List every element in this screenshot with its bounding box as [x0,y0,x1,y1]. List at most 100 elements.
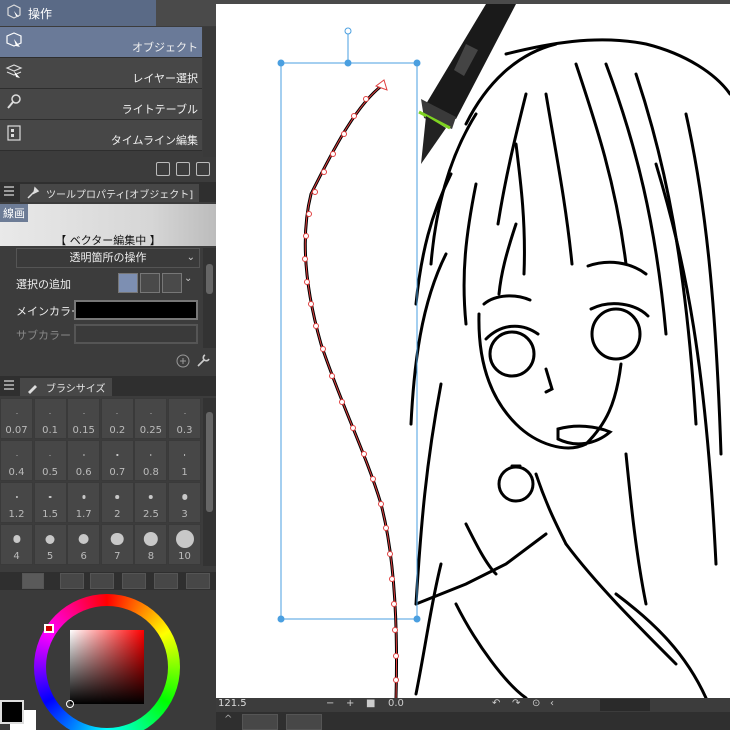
brush-size-label: 0.4 [8,467,25,478]
rotate-right-icon[interactable]: ↷ [512,698,520,709]
bottom-tab-1[interactable] [242,714,278,730]
color-slider-tab[interactable] [60,573,84,589]
tab-operation[interactable]: 操作 [0,0,156,26]
brush-size-cell[interactable]: 0.2 [100,398,134,439]
selected-vector-line[interactable] [302,79,399,698]
brush-size-cell[interactable]: 0.3 [168,398,201,439]
drawing-canvas[interactable] [216,4,730,698]
brush-size-label: 0.1 [42,425,59,436]
hue-wheel[interactable] [34,594,180,730]
chevron-up-icon[interactable]: ^ [224,714,238,730]
bottom-tab-2[interactable] [286,714,322,730]
brush-size-dot [183,454,186,456]
brush-size-dot [78,533,90,545]
rotate-left-icon[interactable]: ↶ [492,698,500,709]
new-selection-button[interactable] [118,273,138,293]
tab-brush-size[interactable]: ブラシサイズ [20,378,112,396]
brush-size-label: 0.7 [109,467,126,478]
tab-tool-property[interactable]: ツールプロパティ[オブジェクト] [20,184,200,202]
selection-bounding-box[interactable] [277,27,421,623]
brush-size-dot [16,454,17,456]
brush-size-cell[interactable]: 0.25 [134,398,168,439]
main-color-box[interactable] [74,300,198,320]
main-color-swatch[interactable] [0,700,24,724]
subtool-label: ライトテーブル [121,103,198,116]
transparent-operation-dropdown[interactable]: 透明箇所の操作 ⌄ [16,248,200,268]
brush-size-cell[interactable]: 1.2 [0,482,33,523]
brush-size-cell[interactable]: 1 [168,440,201,481]
brush-size-label: 10 [178,551,191,562]
vector-editing-label: 【 ベクター編集中 】 [55,234,161,247]
zoom-value[interactable]: 121.5 [218,698,247,709]
subtool-timeline-edit[interactable]: タイムライン編集 [0,120,202,151]
subtool-scrollbar[interactable] [203,27,216,157]
object-select-icon [7,4,21,19]
brush-size-cell[interactable]: 2.5 [134,482,168,523]
brush-size-cell[interactable]: 0.6 [67,440,101,481]
brush-size-cell[interactable]: 3 [168,482,201,523]
brush-size-cell[interactable]: 4 [0,524,33,565]
color-history-tab[interactable] [186,573,210,589]
trash-icon[interactable] [196,162,210,176]
wrench-icon[interactable] [196,353,211,368]
subtract-selection-button[interactable] [162,273,182,293]
brush-size-cell[interactable]: 0.7 [100,440,134,481]
subtool-object[interactable]: オブジェクト [0,27,202,58]
sv-marker[interactable] [66,700,74,708]
brush-size-cell[interactable]: 0.5 [33,440,67,481]
add-selection-label: 選択の追加 [16,278,71,291]
approximate-color-tab[interactable] [154,573,178,589]
preview-badge: 線画 [0,204,28,222]
subtool-layer-select[interactable]: レイヤー選択 [0,58,202,89]
add-circle-icon[interactable] [176,354,190,368]
angle-value[interactable]: 0.0 [388,698,404,709]
brush-size-dot [45,534,55,544]
import-subtool-icon[interactable] [156,162,170,176]
light-table-icon [7,94,21,109]
brush-size-cell[interactable]: 0.4 [0,440,33,481]
hue-marker[interactable] [44,624,54,633]
brush-size-dot [15,495,18,499]
brush-size-label: 0.25 [139,425,163,436]
brush-size-cell[interactable]: 0.8 [134,440,168,481]
brush-size-cell[interactable]: 1.5 [33,482,67,523]
angle-slider[interactable] [600,699,650,711]
status-bar: 121.5 − + ■ 0.0 ↶ ↷ ⊙ ‹ [216,698,730,712]
brush-size-cell[interactable]: 0.1 [33,398,67,439]
zoom-in-icon[interactable]: + [346,698,354,709]
tool-property-header: ツールプロパティ[オブジェクト] [0,182,216,202]
zoom-out-icon[interactable]: − [326,698,334,709]
add-selection-button[interactable] [140,273,160,293]
brush-size-dot [175,530,194,548]
chevron-left-icon[interactable]: ‹ [550,698,554,709]
wrench-icon [27,186,40,199]
brush-size-cell[interactable]: 0.15 [67,398,101,439]
brush-size-cell[interactable]: 2 [100,482,134,523]
reset-rotation-icon[interactable]: ⊙ [532,698,540,709]
property-scrollbar[interactable] [203,248,216,348]
fit-icon[interactable]: ■ [366,698,375,709]
duplicate-subtool-icon[interactable] [176,162,190,176]
chevron-down-icon[interactable]: ⌄ [184,273,198,293]
brush-size-dot [181,494,188,500]
saturation-value-square[interactable] [70,630,144,704]
subtool-light-table[interactable]: ライトテーブル [0,89,202,120]
brush-size-cell[interactable]: 5 [33,524,67,565]
brush-size-scrollbar[interactable] [203,398,216,566]
sub-color-box[interactable] [74,324,198,344]
line-art [277,4,730,698]
brush-size-cell[interactable]: 0.07 [0,398,33,439]
brush-size-grid: 0.07 0.1 0.15 0.2 0.25 0.3 0.4 0.5 0.6 0.7 0.8 1 1.2… [0,398,202,566]
brush-size-cell[interactable]: 10 [168,524,201,565]
color-wheel-tab[interactable] [22,573,44,589]
menu-icon[interactable] [4,380,14,390]
brush-size-cell[interactable]: 7 [100,524,134,565]
brush-size-dot [116,454,118,456]
intermediate-color-tab[interactable] [122,573,146,589]
brush-size-cell[interactable]: 1.7 [67,482,101,523]
menu-icon[interactable] [4,186,14,196]
color-set-tab[interactable] [90,573,114,589]
app-window: 操作 オブジェクト レイヤー選択 ライトテーブル タイムライン編集 ツールプロパ… [0,0,730,730]
brush-size-cell[interactable]: 6 [67,524,101,565]
brush-size-cell[interactable]: 8 [134,524,168,565]
